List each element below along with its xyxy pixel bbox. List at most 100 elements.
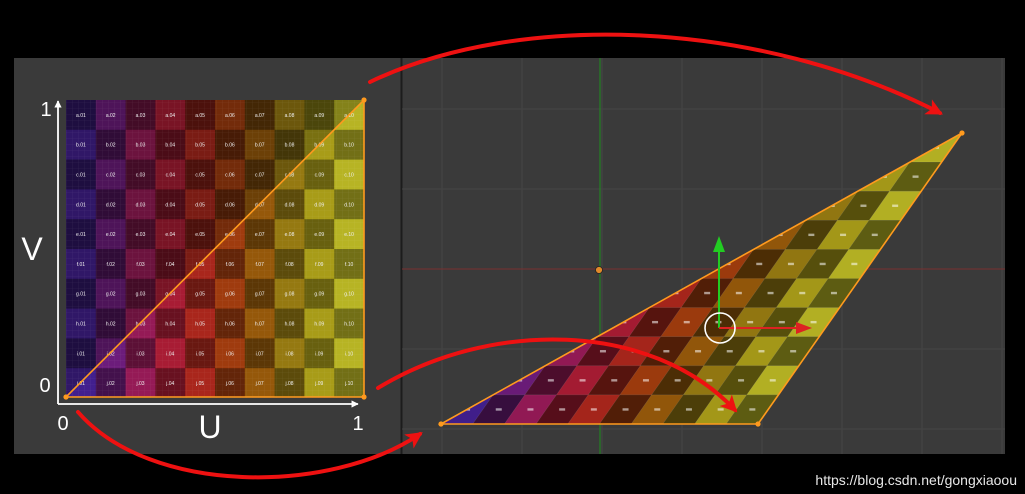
viewport-cell-label-mark xyxy=(912,175,919,178)
uv-cell-label: a.07 xyxy=(255,113,265,119)
uv-cell-label: b.01 xyxy=(76,143,86,149)
uv-cell-label: g.10 xyxy=(344,292,354,298)
uv-cell-label: a.09 xyxy=(314,113,324,119)
v-max-label: 1 xyxy=(40,99,51,121)
uv-vertex-uv[interactable] xyxy=(361,97,367,103)
viewport-cell-label-mark xyxy=(758,350,765,353)
viewport-cell-label-mark xyxy=(726,350,733,353)
uv-vertex-origin[interactable] xyxy=(63,394,69,400)
uv-cell-label: i.07 xyxy=(256,351,264,357)
uv-cell-label: j.08 xyxy=(284,381,293,387)
viewport-cell-label-mark xyxy=(787,262,794,266)
uv-origin-label: 0 xyxy=(57,413,68,435)
uv-cell-label: h.05 xyxy=(195,322,205,328)
uv-cell-label: e.04 xyxy=(165,232,175,238)
v-axis-label: V xyxy=(21,231,43,267)
uv-cell-label: a.03 xyxy=(136,113,146,119)
uv-cell-label: j.03 xyxy=(135,381,144,387)
uv-cell-label: b.05 xyxy=(195,143,205,149)
uv-cell-label: i.08 xyxy=(285,351,293,357)
uv-cell-label: c.09 xyxy=(315,173,325,179)
uv-cell-label: d.05 xyxy=(195,202,205,208)
uv-cell-label: b.06 xyxy=(225,143,235,149)
uv-cell-label: j.04 xyxy=(165,381,174,387)
viewport-cell-label-mark xyxy=(599,350,606,353)
viewport-vertex-top[interactable] xyxy=(959,130,965,136)
uv-cell-label: e.09 xyxy=(314,232,324,238)
uv-cell-label: e.08 xyxy=(285,232,295,238)
uv-cell-label: j.05 xyxy=(195,381,204,387)
uv-mapping-diagram: a.01 a.02 a.03 a.04 a.05 a.06 a.07 a.08 a.09 a.10… xyxy=(0,0,1025,494)
uv-cell-label: g.05 xyxy=(195,292,205,298)
viewport-cell-label-mark xyxy=(799,291,806,295)
uv-cell-label: h.08 xyxy=(285,322,295,328)
uv-cell-label: a.02 xyxy=(106,113,116,119)
viewport-cell-label-mark xyxy=(778,320,785,324)
uv-cell-label: d.02 xyxy=(106,202,116,208)
uv-cell-label: e.03 xyxy=(136,232,146,238)
uv-cell-label: g.03 xyxy=(136,292,146,298)
uv-cell-label: h.02 xyxy=(106,322,116,328)
viewport-cell-label-mark xyxy=(749,408,756,411)
uv-cell-label: i.09 xyxy=(315,351,323,357)
uv-cell-label: h.04 xyxy=(165,322,175,328)
uv-cell-label: c.01 xyxy=(76,173,86,179)
uv-cell-label: c.03 xyxy=(136,173,146,179)
uv-cell-label: b.08 xyxy=(285,143,295,149)
uv-cell-label: f.07 xyxy=(256,262,265,268)
viewport-cell-label-mark xyxy=(892,204,899,207)
viewport-cell-label-mark xyxy=(735,291,742,295)
uv-cell-label: a.08 xyxy=(285,113,295,119)
uv-cell-label: c.07 xyxy=(255,173,265,179)
viewport-cell-label-mark xyxy=(683,320,690,324)
viewport-cell-label-mark xyxy=(860,204,867,207)
viewport-cell-label-mark xyxy=(685,408,692,411)
viewport-vertex-right[interactable] xyxy=(755,421,761,427)
uv-vertex-u[interactable] xyxy=(361,394,367,400)
uv-cell-label: b.03 xyxy=(136,143,146,149)
world-origin-point[interactable] xyxy=(595,266,603,274)
uv-cell-label: b.04 xyxy=(165,143,175,149)
uv-cell-label: f.09 xyxy=(315,262,324,268)
viewport-cell-label-mark xyxy=(527,408,534,411)
viewport-cell-label-mark xyxy=(642,379,649,382)
uv-cell-label: g.02 xyxy=(106,292,116,298)
uv-cell-label: f.08 xyxy=(285,262,294,268)
uv-cell-label: c.05 xyxy=(195,173,205,179)
uv-cell-label: d.10 xyxy=(344,202,354,208)
viewport-cell-label-mark xyxy=(559,408,566,411)
u-axis-label: U xyxy=(198,409,221,445)
uv-cell-label: i.04 xyxy=(166,351,174,357)
viewport-vertex-left[interactable] xyxy=(438,421,444,427)
uv-cell-label: b.07 xyxy=(255,143,265,149)
viewport-cell-label-mark xyxy=(871,233,878,237)
uv-cell-label: d.03 xyxy=(136,202,146,208)
viewport-cell-label-mark xyxy=(790,350,797,353)
uv-cell-label: g.09 xyxy=(314,292,324,298)
viewport-cell-label-mark xyxy=(767,291,774,295)
uv-cell-label: h.09 xyxy=(314,322,324,328)
viewport-cell-label-mark xyxy=(810,320,817,324)
viewport-cell-label-mark xyxy=(652,320,659,324)
uv-cell-label: c.10 xyxy=(344,173,354,179)
uv-cell-label: i.03 xyxy=(136,351,144,357)
viewport-cell-label-mark xyxy=(840,233,847,237)
viewport-cell-label-mark xyxy=(674,379,681,382)
uv-cell-label: d.06 xyxy=(225,202,235,208)
uv-cell-label: e.05 xyxy=(195,232,205,238)
uv-cell-label: f.10 xyxy=(345,262,354,268)
uv-cell-label: e.07 xyxy=(255,232,265,238)
viewport-cell-label-mark xyxy=(717,408,724,411)
uv-cell-label: c.02 xyxy=(106,173,116,179)
uv-cell-label: a.04 xyxy=(165,113,175,119)
uv-cell-label: d.04 xyxy=(165,202,175,208)
uv-cell-label: a.01 xyxy=(76,113,86,119)
viewport-cell-label-mark xyxy=(769,379,776,382)
uv-cell-label: j.09 xyxy=(314,381,323,387)
viewport-cell-label-mark xyxy=(654,408,661,411)
viewport-cell-label-mark xyxy=(611,379,618,382)
viewport-cell-label-mark xyxy=(819,262,826,266)
uv-cell-label: f.02 xyxy=(107,262,116,268)
uv-cell-label: d.08 xyxy=(285,202,295,208)
uv-cell-label: f.04 xyxy=(166,262,175,268)
